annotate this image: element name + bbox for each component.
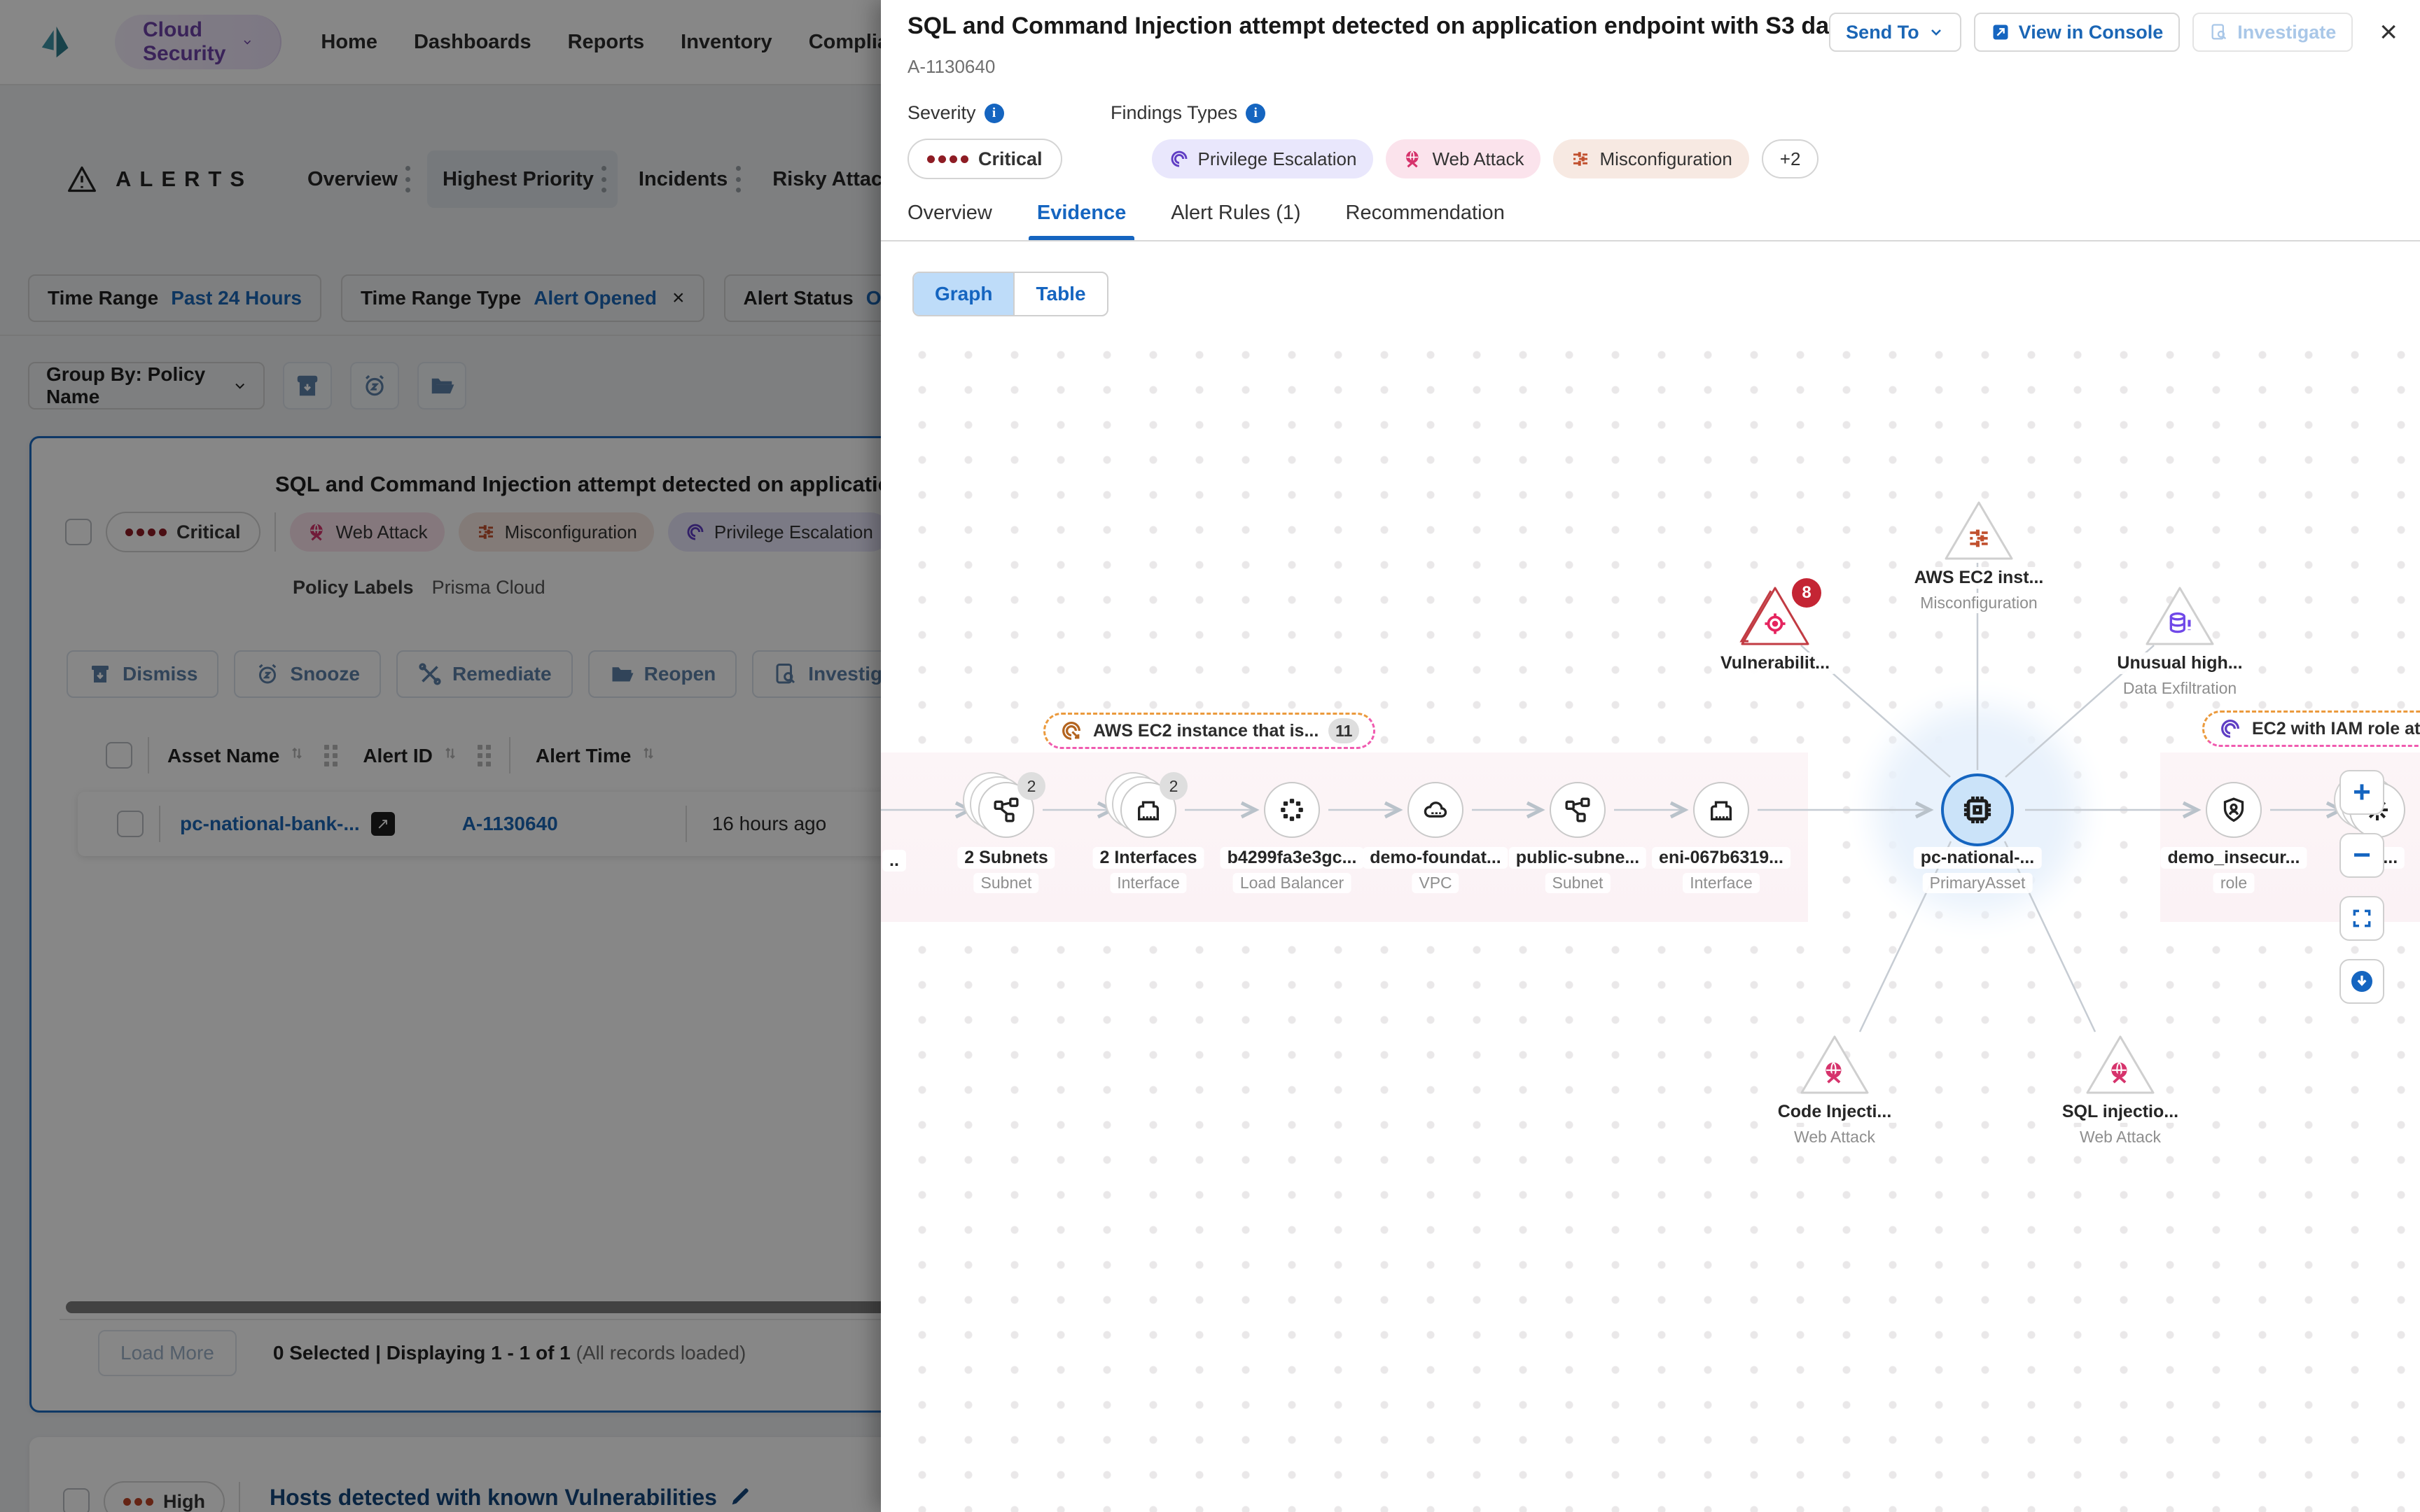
vulnerability-icon [1762, 610, 1788, 637]
finding-node-vulnerabilit-[interactable]: 8 [1739, 584, 1811, 648]
findings-types-heading: Findings Typesi [1111, 102, 1265, 124]
web-attack-icon [2107, 1059, 2134, 1086]
privilege-escalation-icon [2218, 717, 2242, 741]
graph-table-toggle: GraphTable [912, 272, 1108, 316]
graph-edges [881, 329, 2420, 1512]
interface-icon [1134, 796, 1162, 824]
panel-header-buttons: Send To View in Console Investigate × [1829, 13, 2398, 52]
graph-node-label: demo-foundat...VPC [1363, 847, 1508, 893]
alert-detail-panel: SQL and Command Injection attempt detect… [881, 0, 2420, 1512]
tab-overview[interactable]: Overview [908, 202, 992, 240]
graph-node-label: 2 InterfacesInterface [1093, 847, 1204, 893]
toggle-table[interactable]: Table [1013, 273, 1106, 315]
view-in-console-button[interactable]: View in Console [1974, 13, 2181, 52]
tab-evidence[interactable]: Evidence [1037, 202, 1126, 240]
finding-type-pills: Privilege Escalation Web Attack Misconfigu… [1152, 139, 1749, 178]
node-count-badge: 2 [1160, 772, 1188, 800]
path-count-badge: 11 [1328, 718, 1359, 743]
meta-labels: Severityi Findings Typesi [908, 102, 1265, 124]
finding-node-label: SQL injectio...Web Attack [2055, 1101, 2185, 1147]
close-icon[interactable]: × [2379, 17, 2398, 48]
tabs-divider [881, 240, 2420, 241]
panel-title: SQL and Command Injection attempt detect… [908, 13, 1829, 40]
privilege-escalation-icon [1169, 148, 1190, 169]
severity-heading: Severityi [908, 102, 1111, 124]
tab-recommendation[interactable]: Recommendation [1346, 202, 1505, 240]
chevron-down-icon [1928, 24, 1945, 41]
graph-node-label: public-subne...Subnet [1509, 847, 1646, 893]
app: Cloud Security HomeDashboardsReportsInve… [0, 0, 2420, 1512]
info-icon[interactable]: i [1246, 104, 1265, 123]
panel-tabs: Overview Evidence Alert Rules (1) Recommend… [908, 202, 1505, 240]
investigate-button[interactable]: Investigate [2192, 13, 2353, 52]
graph-node-2-subnets[interactable]: 2 [978, 782, 1034, 838]
graph-node-label: demo_insecur...role [2161, 847, 2307, 893]
critical-dots-icon [927, 155, 968, 163]
interface-icon [1707, 796, 1735, 824]
finding-count-badge: 8 [1792, 578, 1821, 608]
zoom-in-button[interactable]: + [2339, 770, 2384, 815]
web-attack-icon [1403, 148, 1424, 169]
evidence-graph[interactable]: .. 2 2 SubnetsSubnet 2 2 InterfacesInterfac… [881, 329, 2420, 1512]
graph-node-public-subne-[interactable] [1550, 782, 1606, 838]
subnet-icon [1564, 796, 1592, 824]
meta-pills: Critical Privilege Escalation Web Attack M… [908, 139, 1819, 179]
panel-header: SQL and Command Injection attempt detect… [908, 13, 2398, 52]
misconfiguration-icon [1966, 525, 1992, 552]
web-attack-icon [1821, 1059, 1848, 1086]
download-icon [2349, 969, 2374, 994]
data-exfiltration-icon [2167, 610, 2193, 637]
more-findings-badge[interactable]: +2 [1762, 139, 1819, 178]
alert-id: A-1130640 [908, 56, 995, 78]
zoom-out-button[interactable]: − [2339, 833, 2384, 878]
misconfiguration-icon [1570, 148, 1591, 169]
graph-node-label: eni-067b6319...Interface [1652, 847, 1790, 893]
load-balancer-icon [1278, 796, 1306, 824]
finding-node-unusual-high-[interactable] [2143, 584, 2216, 648]
send-to-button[interactable]: Send To [1829, 13, 1961, 52]
graph-node-demo-insecur-[interactable] [2206, 782, 2262, 838]
graph-controls: + − [2339, 770, 2384, 1004]
finding-node-label: AWS EC2 inst...Misconfiguration [1907, 567, 2051, 613]
finding-node-label: Vulnerabilit... [1713, 652, 1837, 674]
graph-node-label: 2 SubnetsSubnet [957, 847, 1055, 893]
graph-node-eni-067b6319-[interactable] [1693, 782, 1749, 838]
finding-node-aws-ec2-inst-[interactable] [1942, 498, 2015, 563]
modal-backdrop[interactable] [0, 0, 881, 1512]
attack-path-pill[interactable]: EC2 with IAM role attach... [2202, 710, 2420, 747]
iam-role-icon [2220, 796, 2248, 824]
download-graph-button[interactable] [2339, 959, 2384, 1004]
fullscreen-button[interactable] [2339, 896, 2384, 941]
attack-path-icon [1059, 719, 1083, 743]
finding-node-code-injecti-[interactable] [1798, 1032, 1871, 1097]
investigate-icon [2209, 22, 2229, 42]
node-count-badge: 2 [1017, 772, 1045, 800]
console-launch-icon [1991, 22, 2010, 42]
subnet-icon [992, 796, 1020, 824]
severity-label: Critical [978, 148, 1043, 170]
graph-node-label: pc-national-...PrimaryAsset [1914, 847, 2042, 893]
ec2-instance-icon [1959, 792, 1996, 828]
graph-node-demo-foundat-[interactable] [1407, 782, 1463, 838]
graph-node-b4299fa3e3gc-[interactable] [1264, 782, 1320, 838]
finding-pill-privilege-escalation: Privilege Escalation [1152, 139, 1374, 178]
severity-badge: Critical [908, 139, 1062, 179]
attack-path-pill[interactable]: AWS EC2 instance that is...11 [1043, 713, 1375, 749]
finding-node-sql-injectio-[interactable] [2084, 1032, 2157, 1097]
offscreen-node-label: .. [882, 850, 906, 872]
finding-node-label: Code Injecti...Web Attack [1771, 1101, 1899, 1147]
vpc-icon [1421, 796, 1449, 824]
graph-node-label: b4299fa3e3gc...Load Balancer [1221, 847, 1364, 893]
fullscreen-icon [2351, 907, 2373, 930]
graph-node-2-interfaces[interactable]: 2 [1120, 782, 1176, 838]
tab-alert-rules-1-[interactable]: Alert Rules (1) [1171, 202, 1300, 240]
finding-pill-misconfiguration: Misconfiguration [1553, 139, 1748, 178]
finding-pill-web-attack: Web Attack [1386, 139, 1541, 178]
graph-node-pc-national-[interactable] [1941, 774, 2014, 846]
finding-node-label: Unusual high...Data Exfiltration [2110, 652, 2249, 699]
info-icon[interactable]: i [985, 104, 1004, 123]
toggle-graph[interactable]: Graph [914, 273, 1013, 315]
